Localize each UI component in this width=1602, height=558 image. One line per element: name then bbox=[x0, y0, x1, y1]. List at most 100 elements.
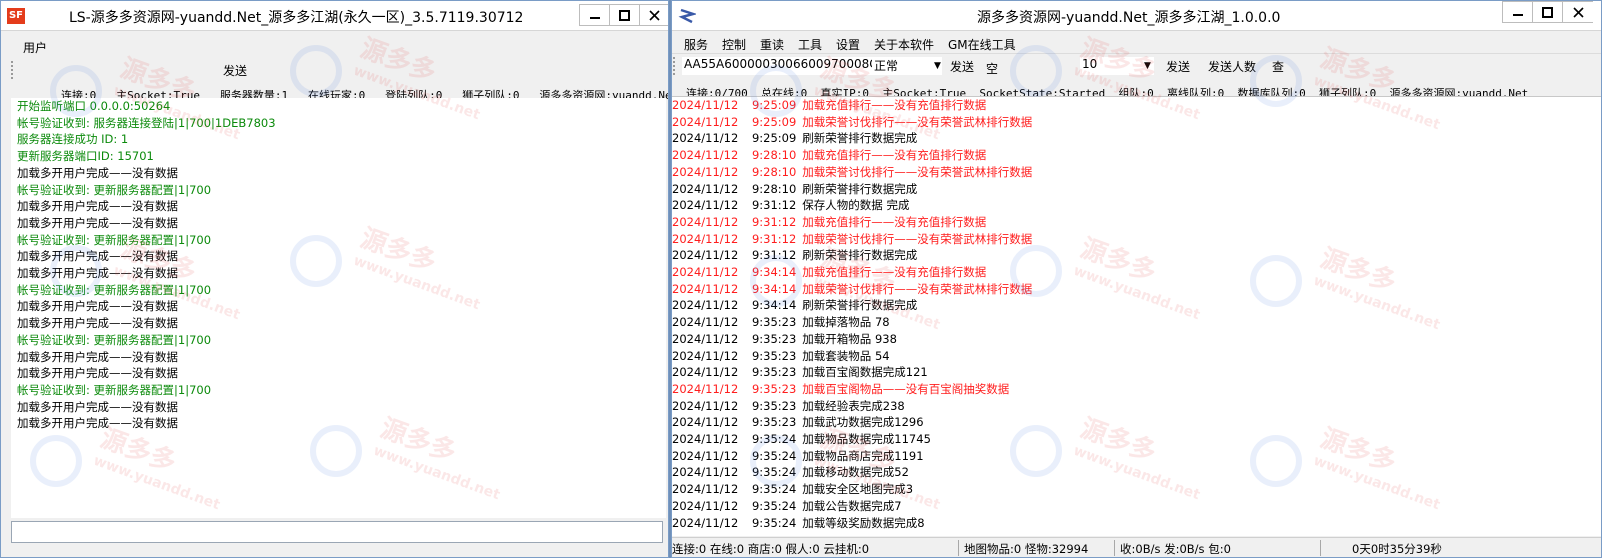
minimize-icon bbox=[1512, 14, 1523, 16]
log-timestamp: 2024/11/12 9:28:10 bbox=[672, 148, 796, 162]
log-line: 2024/11/12 9:35:24 加载等级奖励数据完成8 bbox=[672, 515, 925, 531]
log-message: 加载公告数据完成7 bbox=[802, 498, 902, 513]
log-date: 2024/11/12 bbox=[672, 181, 739, 196]
log-message: 加载充值排行——没有充值排行数据 bbox=[802, 98, 987, 112]
menu-gm-tools[interactable]: GM在线工具 bbox=[948, 36, 1016, 53]
log-message: 加载物品商店完成1191 bbox=[802, 448, 924, 463]
log-timestamp: 2024/11/12 9:34:14 bbox=[672, 298, 796, 312]
log-line: 2024/11/12 9:35:24 加载公告数据完成7 bbox=[672, 498, 902, 514]
toolbar-grip[interactable] bbox=[11, 61, 15, 79]
log-date: 2024/11/12 bbox=[672, 331, 739, 346]
send-toolbar: 发送 bbox=[9, 60, 656, 80]
log-line: 2024/11/12 9:31:12 加载荣誉讨伐排行——没有荣誉武林排行数据 bbox=[672, 231, 1032, 247]
command-input[interactable] bbox=[11, 521, 663, 543]
send-button-2[interactable]: 发送 bbox=[1166, 58, 1190, 75]
title-bar[interactable]: 源多多资源网-yuandd.Net_源多多江湖_1.0.0.0 bbox=[672, 1, 1601, 31]
maximize-button[interactable] bbox=[1532, 1, 1563, 23]
log-timestamp: 2024/11/12 9:25:09 bbox=[672, 131, 796, 145]
menu-about[interactable]: 关于本软件 bbox=[874, 36, 934, 53]
send-people-button[interactable]: 发送人数 bbox=[1208, 58, 1256, 75]
log-line: 加载多开用户完成——没有数据 bbox=[17, 266, 178, 280]
log-line: 2024/11/12 9:34:14 加载充值排行——没有充值排行数据 bbox=[672, 264, 986, 280]
log-line: 2024/11/12 9:35:23 加载经验表完成238 bbox=[672, 398, 905, 414]
log-message: 刷新荣誉排行数据完成 bbox=[802, 181, 918, 196]
log-timestamp: 2024/11/12 9:35:23 bbox=[672, 315, 796, 329]
minimize-button[interactable] bbox=[1502, 1, 1533, 23]
log-line: 2024/11/12 9:34:14 加载荣誉讨伐排行——没有荣誉武林排行数据 bbox=[672, 281, 1032, 297]
log-message: 加载经验表完成238 bbox=[802, 398, 905, 413]
status-divider bbox=[1320, 540, 1321, 556]
log-date: 2024/11/12 bbox=[672, 498, 739, 513]
log-line: 帐号验证收到: 服务器连接登陆|1|700|1DEB7803 bbox=[17, 115, 276, 130]
log-line: 加载多开用户完成——没有数据 bbox=[17, 215, 178, 230]
menu-settings[interactable]: 设置 bbox=[836, 36, 860, 53]
menu-user[interactable]: 用户 bbox=[23, 39, 47, 56]
log-date: 2024/11/12 bbox=[672, 298, 739, 313]
close-button[interactable] bbox=[639, 4, 668, 26]
log-time: 9:25:09 bbox=[751, 114, 797, 129]
log-date: 2024/11/12 bbox=[672, 465, 739, 480]
log-line: 2024/11/12 9:28:10 加载充值排行——没有充值排行数据 bbox=[672, 147, 986, 163]
menu-control[interactable]: 控制 bbox=[722, 36, 746, 53]
log-timestamp: 2024/11/12 9:35:23 bbox=[672, 415, 796, 429]
log-line: 加载多开用户完成——没有数据 bbox=[17, 399, 178, 414]
log-message: 保存人物的数据 完成 bbox=[802, 198, 910, 213]
log-line: 2024/11/12 9:35:23 加载套装物品 54 bbox=[672, 348, 890, 364]
title-bar[interactable]: SF LS-源多多资源网-yuandd.Net_源多多江湖(永久一区)_3.5.… bbox=[1, 1, 668, 31]
log-timestamp: 2024/11/12 9:35:24 bbox=[672, 482, 796, 496]
log-time: 9:34:14 bbox=[751, 298, 797, 313]
log-line: 2024/11/12 9:28:10 加载荣誉讨伐排行——没有荣誉武林排行数据 bbox=[672, 164, 1032, 180]
log-time: 9:34:14 bbox=[751, 281, 797, 296]
count-select[interactable]: 10 bbox=[1080, 57, 1154, 75]
log-line: 2024/11/12 9:35:23 加载百宝阁数据完成121 bbox=[672, 364, 928, 380]
log-message: 刷新荣誉排行数据完成 bbox=[802, 131, 918, 146]
chevron-down-icon[interactable]: ▼ bbox=[1144, 61, 1151, 71]
log-pane[interactable]: 开始监听端口 0.0.0.0:50264 帐号验证收到: 服务器连接登陆|1|70… bbox=[11, 98, 666, 518]
app-logo-label: SF bbox=[8, 10, 24, 21]
log-date: 2024/11/12 bbox=[672, 231, 739, 246]
status-traffic: 收:0B/s 发:0B/s 包:0 bbox=[1120, 542, 1231, 556]
log-message: 加载物品数据完成11745 bbox=[802, 432, 931, 446]
log-time: 9:25:09 bbox=[751, 98, 797, 112]
menu-reload[interactable]: 重读 bbox=[760, 36, 784, 53]
status-divider bbox=[1114, 540, 1115, 556]
check-button[interactable]: 查 bbox=[1272, 58, 1284, 75]
log-pane[interactable]: 2024/11/12 9:25:09 加载充值排行——没有充值排行数据 2024/11… bbox=[672, 96, 1601, 536]
log-timestamp: 2024/11/12 9:35:24 bbox=[672, 449, 796, 463]
log-date: 2024/11/12 bbox=[672, 214, 739, 229]
log-timestamp: 2024/11/12 9:28:10 bbox=[672, 165, 796, 179]
id-field[interactable]: AA55A6000003006600970008CFB bbox=[682, 57, 893, 75]
log-date: 2024/11/12 bbox=[672, 381, 739, 396]
log-message: 加载安全区地图完成3 bbox=[802, 482, 914, 497]
menu-bar: 用户 bbox=[1, 33, 668, 59]
log-date: 2024/11/12 bbox=[672, 482, 739, 497]
app-logo-icon: SF bbox=[7, 8, 25, 24]
status-connections: 连接:0 在线:0 商店:0 假人:0 云挂机:0 bbox=[672, 542, 870, 556]
maximize-icon bbox=[619, 9, 630, 21]
log-time: 9:35:23 bbox=[751, 348, 797, 363]
log-line: 加载多开用户完成——没有数据 bbox=[17, 299, 178, 314]
log-message: 加载等级奖励数据完成8 bbox=[802, 515, 925, 530]
minimize-button[interactable] bbox=[579, 4, 610, 26]
mode-select[interactable]: 正常 bbox=[872, 57, 942, 75]
status-map-items: 地图物品:0 怪物:32994 bbox=[964, 542, 1089, 556]
log-date: 2024/11/12 bbox=[672, 432, 739, 446]
maximize-button[interactable] bbox=[609, 4, 640, 26]
close-button[interactable] bbox=[1562, 1, 1593, 23]
menu-service[interactable]: 服务 bbox=[684, 36, 708, 53]
send-button[interactable]: 发送 bbox=[950, 58, 974, 75]
log-date: 2024/11/12 bbox=[672, 164, 739, 179]
log-line: 帐号验证收到: 更新服务器配置|1|700 bbox=[17, 182, 212, 197]
log-message: 加载荣誉讨伐排行——没有荣誉武林排行数据 bbox=[802, 231, 1033, 246]
send-button[interactable]: 发送 bbox=[223, 62, 247, 79]
log-message: 加载武功数据完成1296 bbox=[802, 415, 924, 430]
log-timestamp: 2024/11/12 9:35:24 bbox=[672, 465, 796, 479]
log-timestamp: 2024/11/12 9:31:12 bbox=[672, 215, 796, 229]
log-time: 9:35:23 bbox=[751, 381, 797, 396]
chevron-down-icon[interactable]: ▼ bbox=[934, 61, 941, 71]
log-line: 2024/11/12 9:31:12 保存人物的数据 完成 bbox=[672, 197, 909, 213]
status-uptime: 0天0时35分39秒 bbox=[1352, 542, 1442, 556]
toolbar-grip[interactable] bbox=[673, 57, 677, 75]
menu-tools[interactable]: 工具 bbox=[798, 36, 822, 53]
log-date: 2024/11/12 bbox=[672, 198, 739, 213]
